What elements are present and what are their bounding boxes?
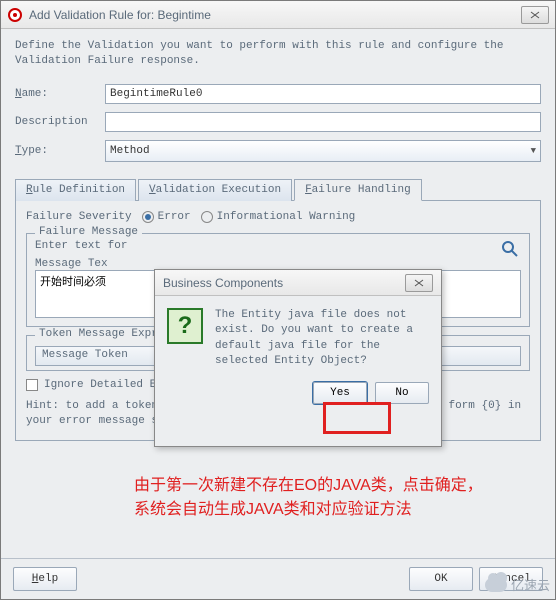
ignore-checkbox[interactable] bbox=[26, 379, 38, 391]
severity-row: Failure Severity Error Informational War… bbox=[26, 211, 530, 223]
tab-rule-definition[interactable]: Rule Definition bbox=[15, 179, 136, 201]
name-input[interactable] bbox=[105, 84, 541, 104]
message-text-label: Message Tex bbox=[35, 258, 108, 270]
type-select[interactable]: Method ▼ bbox=[105, 140, 541, 162]
severity-label: Failure Severity bbox=[26, 211, 132, 223]
description-label: Description bbox=[15, 116, 105, 128]
yes-button[interactable]: Yes bbox=[313, 382, 367, 404]
help-button[interactable]: Help bbox=[13, 567, 77, 591]
failure-message-legend: Failure Message bbox=[35, 226, 142, 238]
tab-bar: Rule Definition Validation Execution Fai… bbox=[15, 178, 541, 201]
watermark: 亿速云 bbox=[485, 575, 550, 594]
close-icon bbox=[530, 11, 540, 19]
tab-failure-handling[interactable]: Failure Handling bbox=[294, 179, 422, 201]
type-value: Method bbox=[110, 145, 150, 157]
app-icon bbox=[7, 7, 23, 23]
close-button[interactable] bbox=[521, 6, 549, 24]
window-title: Add Validation Rule for: Begintime bbox=[29, 8, 521, 22]
failure-message-intro: Enter text for bbox=[35, 240, 515, 252]
name-label: Name: bbox=[15, 88, 105, 100]
cloud-icon bbox=[485, 578, 507, 592]
radio-warning-label: Informational Warning bbox=[217, 211, 356, 223]
modal-titlebar: Business Components bbox=[155, 270, 441, 296]
modal-title: Business Components bbox=[163, 276, 405, 290]
radio-warning[interactable] bbox=[201, 211, 213, 223]
radio-error-label: Error bbox=[158, 211, 191, 223]
search-icon[interactable] bbox=[501, 240, 519, 258]
no-button[interactable]: No bbox=[375, 382, 429, 404]
description-input[interactable] bbox=[105, 112, 541, 132]
watermark-text: 亿速云 bbox=[511, 575, 550, 594]
modal-close-button[interactable] bbox=[405, 274, 433, 292]
intro-text: Define the Validation you want to perfor… bbox=[15, 39, 541, 70]
titlebar: Add Validation Rule for: Begintime bbox=[1, 1, 555, 29]
tab-validation-execution[interactable]: Validation Execution bbox=[138, 179, 292, 201]
modal-message: The Entity java file does not exist. Do … bbox=[215, 308, 429, 370]
footer-bar: Help OK Cancel bbox=[1, 558, 555, 599]
question-icon: ? bbox=[167, 308, 203, 344]
chevron-down-icon: ▼ bbox=[531, 146, 536, 156]
confirm-dialog: Business Components ? The Entity java fi… bbox=[154, 269, 442, 447]
type-label: Type: bbox=[15, 145, 105, 157]
close-icon bbox=[414, 279, 424, 287]
radio-error[interactable] bbox=[142, 211, 154, 223]
ok-button[interactable]: OK bbox=[409, 567, 473, 591]
